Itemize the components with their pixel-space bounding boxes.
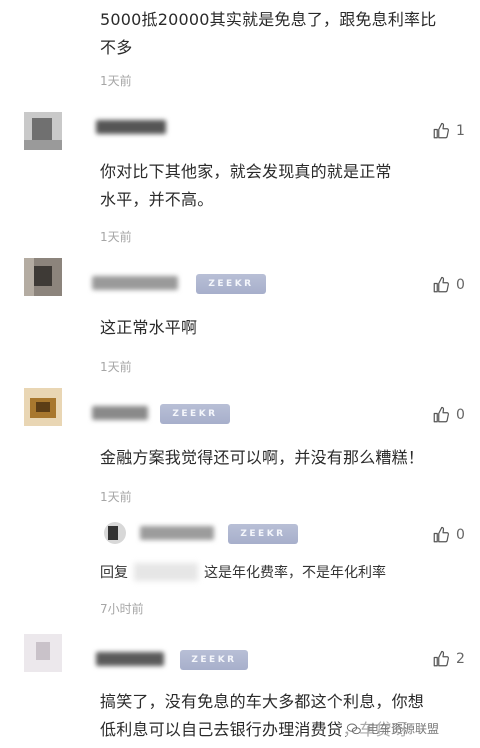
watermark-text: 电车资源联盟 (367, 722, 440, 736)
username-blurred[interactable] (92, 276, 178, 290)
like-button[interactable]: 2 (432, 650, 465, 668)
like-count: 2 (456, 651, 465, 667)
brand-badge: ZEEKR (228, 524, 298, 544)
like-count: 1 (456, 123, 465, 139)
like-button[interactable]: 0 (432, 526, 465, 544)
thumbs-up-icon (433, 526, 449, 543)
username-blurred[interactable] (92, 406, 148, 420)
comment-text: 这正常水平啊 (100, 318, 198, 337)
comment-time: 1天前 (100, 74, 132, 88)
brand-badge: ZEEKR (180, 650, 248, 670)
thumbs-up-icon (433, 406, 449, 423)
reply-text: 回复 这是年化费率，不是年化利率 (100, 562, 386, 582)
username-blurred[interactable] (96, 652, 164, 666)
like-button[interactable]: 0 (432, 406, 465, 424)
thumbs-up-icon (433, 276, 449, 293)
username-blurred[interactable] (140, 526, 214, 540)
brand-badge: ZEEKR (160, 404, 230, 424)
avatar[interactable] (24, 388, 62, 426)
thumbs-up-icon (433, 122, 449, 139)
reply-target-blurred[interactable] (134, 563, 198, 581)
reply-content: 这是年化费率，不是年化利率 (204, 565, 386, 581)
like-button[interactable]: 1 (432, 122, 465, 140)
comment-text: 金融方案我觉得还可以啊，并没有那么糟糕！ (100, 448, 425, 467)
comment-text: 5000抵20000其实就是免息了，跟免息利率比 不多 (100, 10, 437, 57)
watermark: 电车资源联盟 (346, 720, 440, 737)
username-blurred[interactable] (96, 120, 166, 134)
comment-text: 你对比下其他家，就会发现真的就是正常 水平，并不高。 (100, 162, 392, 209)
avatar[interactable] (24, 258, 62, 296)
avatar[interactable] (24, 634, 62, 672)
like-count: 0 (456, 527, 465, 543)
avatar[interactable] (24, 112, 62, 150)
comment-time: 1天前 (100, 490, 132, 504)
like-button[interactable]: 0 (432, 276, 465, 294)
reply-prefix: 回复 (100, 565, 128, 581)
avatar[interactable] (104, 522, 126, 544)
comment-time: 1天前 (100, 360, 132, 374)
comment-time: 1天前 (100, 230, 132, 244)
like-count: 0 (456, 407, 465, 423)
like-count: 0 (456, 277, 465, 293)
comment-time: 7小时前 (100, 602, 144, 616)
wechat-icon (346, 723, 361, 734)
thumbs-up-icon (433, 650, 449, 667)
brand-badge: ZEEKR (196, 274, 266, 294)
